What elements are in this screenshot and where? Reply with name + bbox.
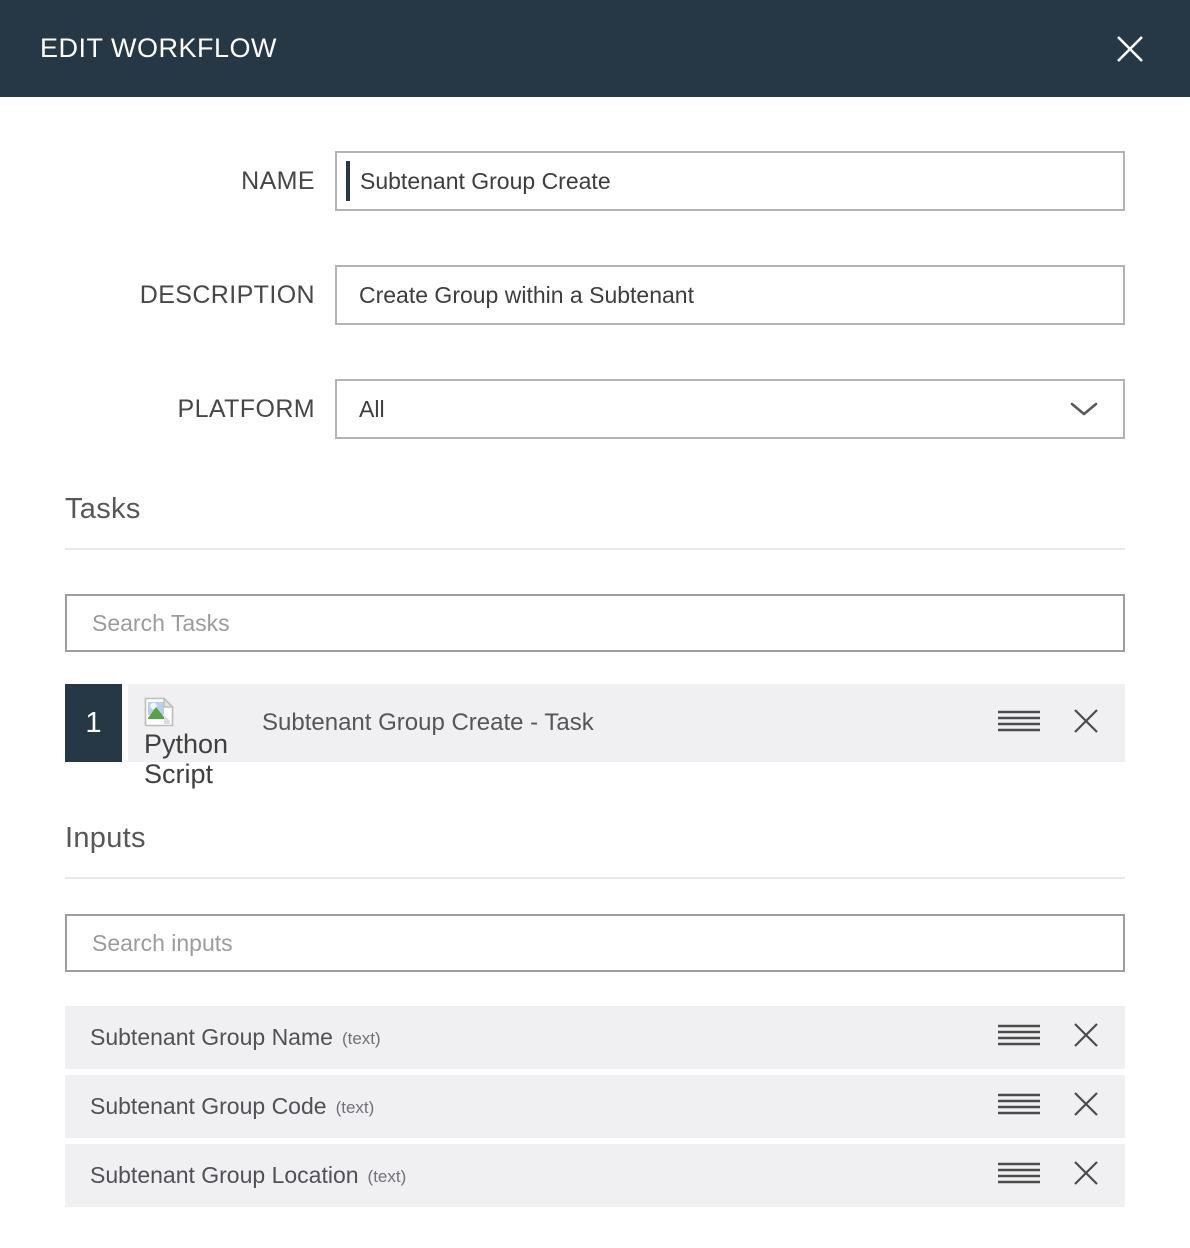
search-inputs-input[interactable] [65,914,1125,972]
task-icon-alt-text: Python Script [144,729,240,789]
tasks-section: Tasks 1 Python Script Subtenant Group Cr… [0,493,1190,762]
name-form-row: NAME [0,151,1125,211]
input-label: Subtenant Group Location [90,1162,359,1189]
task-row: 1 Python Script Subtenant Group Create -… [65,684,1125,762]
task-name: Subtenant Group Create - Task [262,709,594,737]
drag-handle-icon[interactable] [997,709,1041,738]
modal-title: EDIT WORKFLOW [40,33,277,64]
broken-image-icon [144,697,174,727]
task-row-body: Python Script Subtenant Group Create - T… [128,684,1125,762]
chevron-down-icon [1069,401,1099,417]
input-row-subtenant-group-code: Subtenant Group Code (text) [65,1075,1125,1138]
remove-input-icon[interactable] [1072,1159,1100,1192]
remove-input-icon[interactable] [1072,1021,1100,1054]
drag-handle-icon[interactable] [997,1023,1041,1052]
remove-input-icon[interactable] [1072,1090,1100,1123]
tasks-divider [65,548,1125,550]
inputs-divider [65,877,1125,879]
platform-select[interactable]: All [335,379,1125,439]
input-row-actions [997,1021,1125,1054]
description-input[interactable] [337,267,1123,323]
input-rows-list: Subtenant Group Name (text) [65,1006,1125,1207]
drag-handle-icon[interactable] [997,1161,1041,1190]
drag-handle-icon[interactable] [997,1092,1041,1121]
inputs-heading: Inputs [65,822,1125,855]
platform-form-row: PLATFORM All [0,379,1125,439]
modal-header: EDIT WORKFLOW [0,0,1190,97]
tasks-heading: Tasks [65,493,1125,526]
remove-task-icon[interactable] [1072,707,1100,740]
input-label: Subtenant Group Name [90,1024,333,1051]
input-label: Subtenant Group Code [90,1093,327,1120]
inputs-section: Inputs Subtenant Group Name (text) [0,822,1190,1207]
input-type-label: (text) [342,1029,381,1049]
description-form-row: DESCRIPTION [0,265,1125,325]
close-icon[interactable] [1112,31,1148,67]
name-label: NAME [0,167,315,196]
input-type-label: (text) [368,1167,407,1187]
workflow-form: NAME DESCRIPTION PLATFORM All [0,97,1190,439]
input-row-subtenant-group-location: Subtenant Group Location (text) [65,1144,1125,1207]
description-label: DESCRIPTION [0,281,315,310]
platform-label: PLATFORM [0,395,315,424]
search-tasks-input[interactable] [65,594,1125,652]
task-order-badge: 1 [65,684,122,762]
name-input[interactable] [350,153,1123,209]
input-row-actions [997,1090,1125,1123]
input-row-actions [997,1159,1125,1192]
platform-selected-value: All [359,396,385,423]
description-field-box [335,265,1125,325]
name-field-box [335,151,1125,211]
input-row-subtenant-group-name: Subtenant Group Name (text) [65,1006,1125,1069]
task-row-actions [997,707,1125,740]
task-type-icon-wrap: Python Script [144,697,240,789]
input-type-label: (text) [336,1098,375,1118]
